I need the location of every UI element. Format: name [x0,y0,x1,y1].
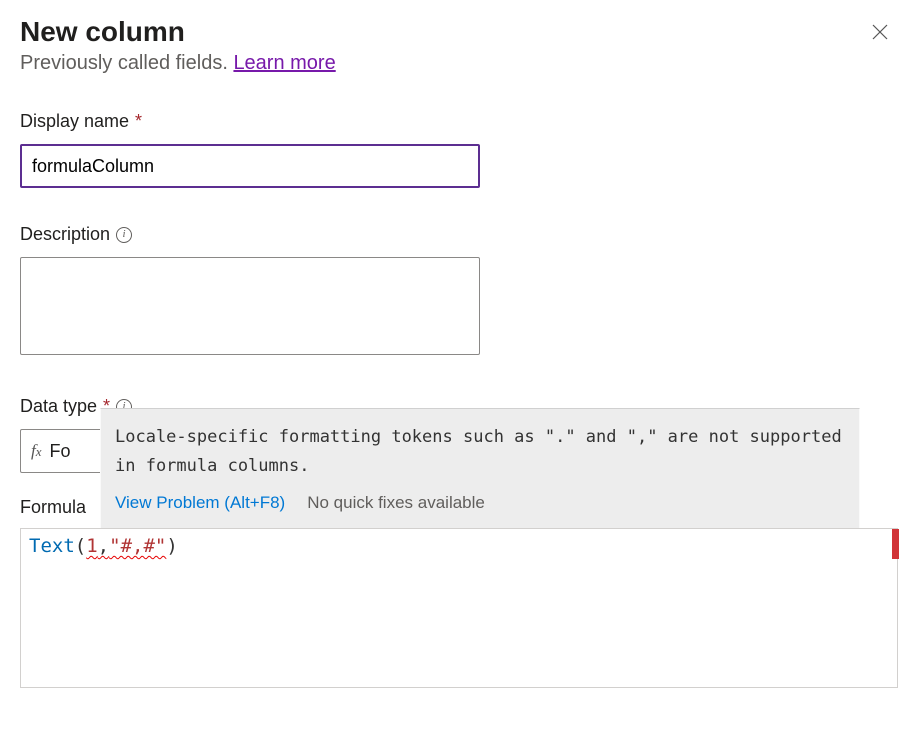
formula-token-paren: ) [166,535,177,557]
error-marker-icon [892,529,899,559]
tooltip-message: Locale-specific formatting tokens such a… [115,423,845,481]
description-input[interactable] [20,257,480,355]
formula-token-paren: ( [75,535,86,557]
formula-token-str: "#,#" [109,535,166,557]
formula-label-text: Formula [20,497,86,518]
close-icon [871,23,889,41]
view-problem-link[interactable]: View Problem (Alt+F8) [115,489,285,518]
required-indicator: * [135,111,142,132]
panel-subtitle: Previously called fields. Learn more [20,52,896,75]
formula-editor[interactable]: Text(1,"#,#") [20,528,898,688]
description-label: Description i [20,224,896,245]
data-type-value: Fo [50,441,71,462]
error-tooltip: Locale-specific formatting tokens such a… [100,408,860,529]
formula-token-comma: , [98,535,109,557]
description-label-text: Description [20,224,110,245]
close-button[interactable] [864,16,896,48]
display-name-label-text: Display name [20,111,129,132]
panel-title: New column [20,16,185,48]
data-type-label-text: Data type [20,396,97,417]
display-name-input[interactable] [20,144,480,188]
no-quick-fixes-text: No quick fixes available [307,489,485,518]
subtitle-text: Previously called fields. [20,52,233,74]
display-name-label: Display name * [20,111,896,132]
formula-token-num: 1 [86,535,97,557]
info-icon[interactable]: i [116,227,132,243]
formula-token-fn: Text [29,535,75,557]
formula-fx-icon: fx [31,441,42,461]
learn-more-link[interactable]: Learn more [233,52,335,74]
formula-error-span: 1,"#,#" [86,535,166,557]
